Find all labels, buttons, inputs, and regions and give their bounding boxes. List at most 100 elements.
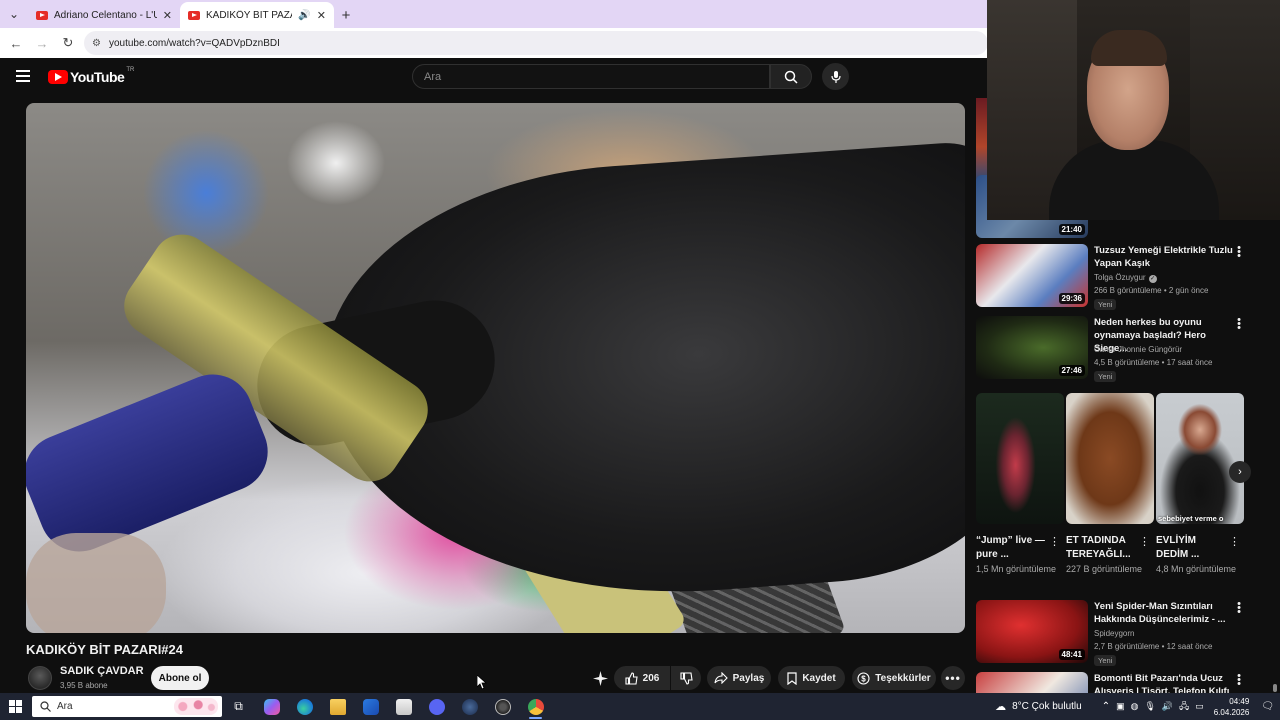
start-button[interactable] bbox=[0, 693, 30, 720]
rec-title[interactable]: Tuzsuz Yemeği Elektrikle Tuzlu Yapan Kaş… bbox=[1094, 244, 1234, 270]
rec-thumbnail[interactable]: 27:46 bbox=[976, 316, 1088, 379]
taskbar-app-obs[interactable] bbox=[486, 693, 519, 720]
search-button[interactable] bbox=[770, 64, 812, 89]
search-highlight-image bbox=[174, 698, 218, 715]
taskbar-app-mail[interactable] bbox=[354, 693, 387, 720]
save-label: Kaydet bbox=[802, 672, 836, 684]
tab-close-icon[interactable]: ✕ bbox=[317, 9, 326, 22]
short-thumbnail[interactable]: sebebiyet verme o bbox=[1156, 393, 1244, 524]
share-icon bbox=[714, 672, 728, 684]
dislike-button[interactable] bbox=[671, 666, 701, 690]
youtube-favicon-icon bbox=[188, 10, 200, 20]
more-vertical-icon[interactable]: ⋮ bbox=[1049, 535, 1060, 548]
bookmark-icon bbox=[787, 671, 797, 685]
taskbar-search[interactable]: Ara bbox=[32, 696, 222, 717]
share-label: Paylaş bbox=[732, 672, 765, 684]
short-thumbnail[interactable] bbox=[1066, 393, 1154, 524]
browser-tab-inactive[interactable]: Adriano Celentano - L'Unica Ch ✕ bbox=[28, 2, 180, 28]
rec-channel[interactable]: Spideygorn bbox=[1094, 629, 1134, 638]
more-vertical-icon[interactable]: • • • bbox=[1236, 315, 1242, 334]
thanks-button[interactable]: $ Teşekkürler bbox=[852, 666, 936, 690]
windows-taskbar: Ara ⧉ ☁ 8°C Çok bulutlu ⌃ ▣ ◍ 🎙 🔊 🖧 ▭ 04… bbox=[0, 693, 1280, 720]
short-card[interactable]: ET TADINDA TEREYAĞLI... 227 B görüntülem… bbox=[1066, 393, 1154, 576]
tray-app-icon[interactable]: ◍ bbox=[1131, 701, 1139, 712]
short-thumbnail[interactable] bbox=[976, 393, 1064, 524]
ask-sparkle-icon[interactable] bbox=[592, 670, 609, 687]
like-button[interactable]: 206 bbox=[614, 666, 670, 690]
volume-icon[interactable]: 🔊 bbox=[1162, 701, 1173, 712]
back-arrow-icon[interactable]: ← bbox=[6, 33, 26, 53]
tab-title: Adriano Celentano - L'Unica Ch bbox=[54, 9, 157, 21]
weather-text[interactable]: 8°C Çok bulutlu bbox=[1012, 701, 1082, 712]
scrollbar-thumb[interactable] bbox=[1273, 684, 1277, 692]
rec-item[interactable]: 27:46 Neden herkes bu oyunu oynamaya baş… bbox=[976, 315, 1266, 386]
taskbar-app-steam[interactable] bbox=[453, 693, 486, 720]
new-tab-button[interactable]: + bbox=[334, 2, 358, 28]
rec-item[interactable]: Bomonti Bit Pazarı'nda Ucuz Alışveriş | … bbox=[976, 672, 1266, 693]
short-title[interactable]: ET TADINDA TEREYAĞLI... bbox=[1066, 534, 1138, 562]
rec-channel[interactable]: Tolga Özuygur ✓ bbox=[1094, 273, 1157, 283]
video-player[interactable] bbox=[26, 103, 965, 633]
taskbar-app-chrome[interactable] bbox=[519, 693, 552, 720]
network-icon[interactable]: 🖧 bbox=[1179, 699, 1189, 715]
taskbar-app-store[interactable] bbox=[387, 693, 420, 720]
rec-item[interactable]: 48:41 Yeni Spider-Man Sızıntıları Hakkın… bbox=[976, 599, 1266, 670]
channel-avatar[interactable] bbox=[28, 666, 52, 690]
more-actions-button[interactable]: ••• bbox=[941, 666, 965, 690]
taskbar-app-copilot[interactable] bbox=[255, 693, 288, 720]
forward-arrow-icon[interactable]: → bbox=[32, 33, 52, 53]
search-icon bbox=[40, 701, 51, 712]
chevron-up-icon[interactable]: ⌃ bbox=[1102, 701, 1110, 712]
more-vertical-icon[interactable]: • • • bbox=[1236, 243, 1242, 262]
speaker-icon[interactable]: 🔊 bbox=[298, 10, 310, 21]
logo-text: YouTube bbox=[70, 69, 125, 85]
rec-title[interactable]: Yeni Spider-Man Sızıntıları Hakkında Düş… bbox=[1094, 600, 1234, 626]
rec-thumbnail[interactable] bbox=[976, 672, 1088, 693]
short-title[interactable]: EVLİYİM DEDİM ... bbox=[1156, 534, 1228, 562]
browser-tab-active[interactable]: KADIKÖY BİT PAZARI#24 - Y 🔊 ✕ bbox=[180, 2, 334, 28]
taskbar-app-explorer[interactable] bbox=[321, 693, 354, 720]
clock[interactable]: 04:49 6.04.2026 bbox=[1214, 696, 1250, 718]
rec-channel[interactable]: Caner Jhonnie Güngörür bbox=[1094, 345, 1182, 354]
more-vertical-icon[interactable]: ⋮ bbox=[1139, 535, 1150, 548]
tab-search-chevron-icon[interactable]: ⌄ bbox=[0, 0, 28, 28]
taskbar-app-discord[interactable] bbox=[420, 693, 453, 720]
short-overlay-text: sebebiyet verme o bbox=[1158, 514, 1224, 523]
rec-stats: 4,5 B görüntüleme • 17 saat önce bbox=[1094, 358, 1213, 367]
short-title[interactable]: “Jump” live — pure ... bbox=[976, 534, 1048, 562]
microphone-icon[interactable]: 🎙 bbox=[1144, 701, 1155, 712]
share-button[interactable]: Paylaş bbox=[707, 666, 771, 690]
taskbar-app-edge[interactable] bbox=[288, 693, 321, 720]
tray-app-icon[interactable]: ▣ bbox=[1116, 701, 1125, 712]
more-vertical-icon[interactable]: ⋮ bbox=[1229, 535, 1240, 548]
system-tray: ☁ 8°C Çok bulutlu ⌃ ▣ ◍ 🎙 🔊 🖧 ▭ 04:49 6.… bbox=[995, 693, 1280, 720]
task-view-button[interactable]: ⧉ bbox=[222, 693, 255, 720]
short-card[interactable]: sebebiyet verme o EVLİYİM DEDİM ... 4,8 … bbox=[1156, 393, 1244, 576]
subscribe-button[interactable]: Abone ol bbox=[151, 666, 209, 690]
more-vertical-icon[interactable]: • • • bbox=[1236, 672, 1242, 690]
svg-text:$: $ bbox=[862, 674, 867, 683]
chrome-icon bbox=[527, 698, 544, 715]
rec-thumbnail[interactable]: 29:36 bbox=[976, 244, 1088, 307]
notifications-icon[interactable]: 🗨 bbox=[1261, 701, 1274, 712]
shorts-next-button[interactable]: › bbox=[1229, 461, 1251, 483]
reload-icon[interactable]: ↻ bbox=[58, 33, 78, 53]
rec-thumbnail[interactable]: 48:41 bbox=[976, 600, 1088, 663]
search-input[interactable]: Ara bbox=[412, 64, 770, 89]
voice-search-button[interactable] bbox=[822, 63, 849, 90]
rec-item[interactable]: 29:36 Tuzsuz Yemeği Elektrikle Tuzlu Yap… bbox=[976, 243, 1266, 314]
video-frame-hand bbox=[26, 533, 166, 633]
save-button[interactable]: Kaydet bbox=[778, 666, 845, 690]
short-card[interactable]: “Jump” live — pure ... 1,5 Mn görüntülem… bbox=[976, 393, 1064, 576]
rec-title[interactable]: Bomonti Bit Pazarı'nda Ucuz Alışveriş | … bbox=[1094, 672, 1234, 693]
menu-icon[interactable] bbox=[16, 70, 30, 82]
channel-name[interactable]: SADIK ÇAVDAR bbox=[60, 665, 144, 677]
more-vertical-icon[interactable]: • • • bbox=[1236, 599, 1242, 618]
site-info-icon[interactable]: ⚙ bbox=[92, 38, 101, 49]
taskbar-search-label: Ara bbox=[57, 701, 73, 712]
address-bar[interactable]: ⚙ youtube.com/watch?v=QADVpDznBDI bbox=[84, 31, 988, 55]
thumbs-down-icon bbox=[679, 671, 693, 685]
battery-icon[interactable]: ▭ bbox=[1195, 701, 1204, 712]
tab-close-icon[interactable]: ✕ bbox=[163, 9, 172, 22]
youtube-logo[interactable]: YouTube TR bbox=[48, 67, 134, 85]
